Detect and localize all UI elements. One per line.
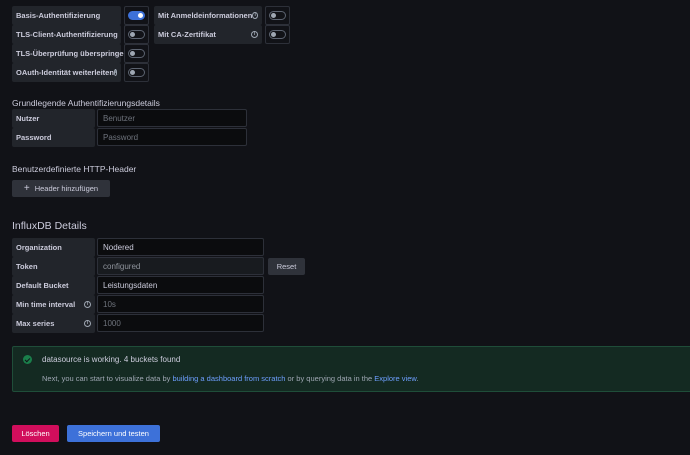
info-icon[interactable]: i (84, 320, 91, 327)
basic-auth-label-text: Basis-Authentifizierung (16, 11, 101, 20)
tls-client-auth-toggle[interactable] (128, 30, 145, 39)
oauth-forward-switch[interactable] (124, 63, 149, 82)
tls-skip-verify-toggle[interactable] (128, 49, 145, 58)
explore-view-link[interactable]: Explore view (374, 374, 416, 383)
alert-text-1: Next, you can start to visualize data by (42, 374, 173, 383)
with-credentials-label: Mit Anmeldeinformationen i (154, 6, 262, 25)
custom-headers-title: Benutzerdefinierte HTTP-Header (12, 164, 137, 174)
delete-button[interactable]: Löschen (12, 425, 59, 442)
organization-label: Organization (12, 238, 95, 257)
user-label: Nutzer (12, 109, 95, 128)
max-series-label: Max series i (12, 314, 95, 333)
password-input[interactable]: Password (97, 128, 247, 146)
save-and-test-button[interactable]: Speichern und testen (67, 425, 160, 442)
alert-title: datasource is working. 4 buckets found (42, 355, 181, 364)
min-time-interval-label: Min time interval i (12, 295, 95, 314)
info-icon[interactable]: i (251, 31, 258, 38)
ca-cert-label-text: Mit CA-Zertifikat (158, 30, 216, 39)
check-circle-icon (23, 355, 32, 364)
tls-client-auth-switch[interactable] (124, 25, 149, 44)
basic-auth-details-title: Grundlegende Authentifizierungsdetails (12, 98, 160, 108)
with-credentials-switch[interactable] (265, 6, 290, 25)
default-bucket-label-text: Default Bucket (16, 281, 69, 290)
ca-cert-switch[interactable] (265, 25, 290, 44)
max-series-label-text: Max series (16, 319, 55, 328)
alert-text-3: . (416, 374, 419, 383)
ca-cert-label: Mit CA-Zertifikat i (154, 25, 262, 44)
max-series-input[interactable]: 1000 (97, 314, 264, 332)
datasource-success-alert: datasource is working. 4 buckets found N… (12, 346, 690, 392)
plus-icon: + (23, 182, 30, 194)
organization-label-text: Organization (16, 243, 62, 252)
basic-auth-switch[interactable] (124, 6, 149, 25)
tls-skip-verify-label-text: TLS-Überprüfung überspringen (16, 49, 129, 58)
token-reset-button[interactable]: Reset (268, 258, 305, 275)
default-bucket-label: Default Bucket (12, 276, 95, 295)
add-header-button-label: Header hinzufügen (34, 184, 99, 193)
basic-auth-toggle[interactable] (128, 11, 145, 20)
oauth-forward-label: OAuth-Identität weiterleiten i (12, 63, 121, 82)
min-time-interval-label-text: Min time interval (16, 300, 76, 309)
password-label: Password (12, 128, 95, 147)
oauth-forward-label-text: OAuth-Identität weiterleiten (16, 68, 114, 77)
user-label-text: Nutzer (16, 114, 40, 123)
info-icon[interactable]: i (84, 301, 91, 308)
influxdb-details-title: InfluxDB Details (12, 220, 87, 232)
build-dashboard-link[interactable]: building a dashboard from scratch (172, 374, 285, 383)
password-label-text: Password (16, 133, 52, 142)
info-icon[interactable]: i (113, 69, 118, 76)
tls-skip-verify-switch[interactable] (124, 44, 149, 63)
token-input: configured (97, 257, 264, 275)
min-time-interval-input[interactable]: 10s (97, 295, 264, 313)
tls-skip-verify-label: TLS-Überprüfung überspringen (12, 44, 128, 63)
token-label: Token (12, 257, 95, 276)
with-credentials-toggle[interactable] (269, 11, 286, 20)
info-icon[interactable]: i (252, 12, 258, 19)
organization-input[interactable]: Nodered (97, 238, 264, 256)
basic-auth-label: Basis-Authentifizierung (12, 6, 121, 25)
add-header-button[interactable]: + Header hinzufügen (12, 180, 110, 197)
token-label-text: Token (16, 262, 38, 271)
alert-text-2: or by querying data in the (285, 374, 375, 383)
ca-cert-toggle[interactable] (269, 30, 286, 39)
default-bucket-input[interactable]: Leistungsdaten (97, 276, 264, 294)
alert-message: Next, you can start to visualize data by… (42, 374, 418, 383)
oauth-forward-toggle[interactable] (128, 68, 145, 77)
with-credentials-label-text: Mit Anmeldeinformationen (158, 11, 253, 20)
user-input[interactable]: Benutzer (97, 109, 247, 127)
tls-client-auth-label: TLS-Client-Authentifizierung (12, 25, 121, 44)
tls-client-auth-label-text: TLS-Client-Authentifizierung (16, 30, 118, 39)
